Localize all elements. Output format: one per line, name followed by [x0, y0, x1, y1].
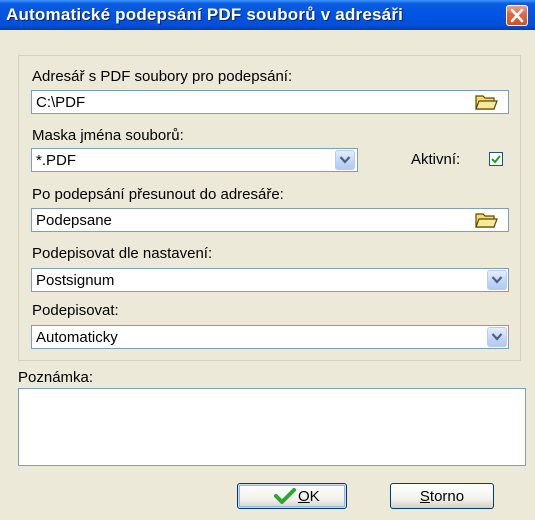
chevron-down-icon [491, 333, 503, 341]
sign-mode-combobox[interactable]: Automaticky [31, 325, 509, 349]
move-label: Po podepsání přesunout do adresáře: [32, 186, 284, 203]
chevron-down-icon [491, 276, 503, 284]
dialog-window: Automatické podepsání PDF souborů v adre… [0, 0, 535, 520]
chevron-down-icon [339, 156, 351, 164]
cancel-button[interactable]: Storno [390, 483, 494, 509]
move-folder-input[interactable]: Podepsane [31, 208, 509, 232]
browse-move-folder-button[interactable] [474, 210, 498, 230]
folder-value: C:\PDF [36, 94, 86, 111]
browse-folder-button[interactable] [474, 92, 498, 112]
title-bar[interactable]: Automatické podepsání PDF souborů v adre… [0, 0, 535, 30]
settings-value: Postsignum [36, 272, 115, 289]
sign-mode-dropdown-button[interactable] [487, 327, 507, 347]
close-button[interactable] [506, 5, 528, 26]
move-folder-value: Podepsane [36, 212, 112, 229]
sign-mode-value: Automaticky [36, 329, 118, 346]
ok-button[interactable]: OK [237, 483, 347, 509]
settings-label: Podepisovat dle nastavení: [32, 245, 213, 262]
settings-combobox[interactable]: Postsignum [31, 268, 509, 292]
mask-label: Maska jména souborů: [32, 127, 184, 144]
sign-mode-label: Podepisovat: [32, 302, 119, 319]
active-label: Aktivní: [411, 151, 461, 168]
mask-value: *.PDF [36, 152, 77, 169]
mask-combobox[interactable]: *.PDF [31, 148, 358, 172]
note-label: Poznámka: [18, 369, 94, 386]
folder-input[interactable]: C:\PDF [31, 90, 509, 114]
checkmark-icon [491, 155, 501, 164]
folder-label: Adresář s PDF soubory pro podepsání: [32, 68, 293, 85]
settings-dropdown-button[interactable] [487, 270, 507, 290]
window-title: Automatické podepsání PDF souborů v adre… [6, 5, 404, 24]
folder-icon [475, 213, 498, 228]
cancel-button-label: Storno [419, 488, 465, 505]
close-icon [510, 8, 524, 23]
active-checkbox[interactable] [489, 152, 503, 166]
checkmark-icon [274, 488, 296, 504]
folder-icon [475, 95, 498, 110]
mask-dropdown-button[interactable] [335, 150, 355, 170]
ok-button-label: OK [298, 488, 320, 505]
note-textarea[interactable] [18, 388, 526, 466]
